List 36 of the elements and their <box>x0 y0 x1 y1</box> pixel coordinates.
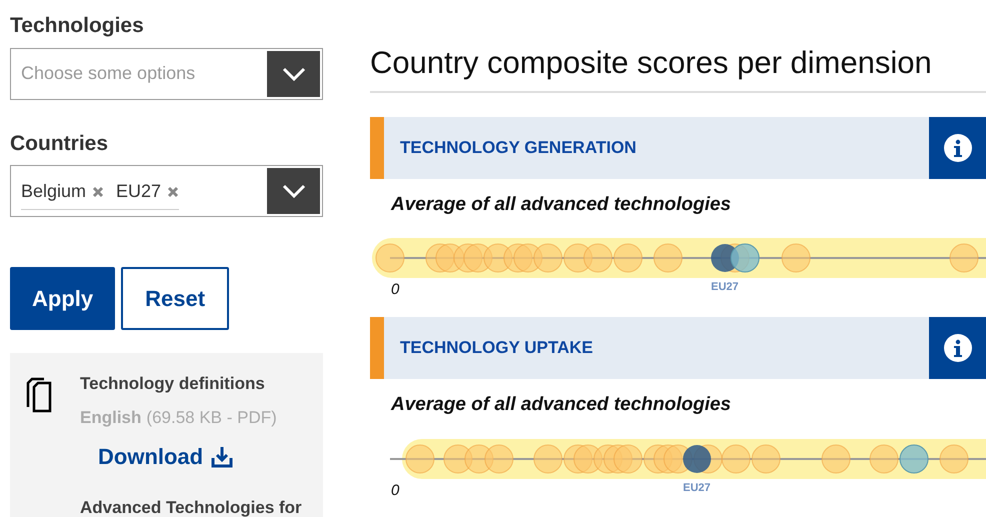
info-icon <box>944 134 972 162</box>
accent-bar <box>370 317 384 379</box>
remove-icon[interactable] <box>167 186 180 198</box>
axis-label: 0 <box>391 480 400 500</box>
filter-label: Countries <box>10 130 110 156</box>
tag-label: Belgium <box>21 180 86 203</box>
chart-subtitle: Average of all advanced technologies <box>391 393 732 417</box>
info-button[interactable] <box>929 317 986 379</box>
reset-button[interactable]: Reset <box>121 267 230 330</box>
chevron-down-icon <box>282 66 306 80</box>
download-link[interactable]: Download <box>98 440 234 473</box>
apply-button[interactable]: Apply <box>10 267 116 330</box>
documents-icon <box>26 377 52 413</box>
dropdown-toggle[interactable] <box>267 50 320 96</box>
download-icon <box>211 446 234 468</box>
document-title: Technology definitions <box>80 373 266 395</box>
chart-subtitle: Average of all advanced technologies <box>391 192 732 216</box>
axis-label: 0 <box>391 280 400 300</box>
tag-label: EU27 <box>116 180 162 203</box>
marker-label: EU27 <box>711 280 739 295</box>
language-label: English <box>80 406 142 429</box>
remove-icon[interactable] <box>92 186 104 198</box>
section-title: TECHNOLOGY UPTAKE <box>399 337 594 360</box>
placeholder-text: Choose some options <box>21 62 196 85</box>
document-title: Advanced Technologies for <box>80 497 302 517</box>
info-button[interactable] <box>929 116 986 178</box>
dropdown-toggle[interactable] <box>267 168 320 214</box>
page-heading: Country composite scores per dimension <box>370 40 986 92</box>
section-title: TECHNOLOGY GENERATION <box>399 136 638 159</box>
file-size: (69.58 KB - PDF) <box>146 406 277 428</box>
filter-label: Technologies <box>10 13 145 39</box>
chevron-down-icon <box>282 184 306 198</box>
accent-bar <box>370 116 384 178</box>
marker-label: EU27 <box>683 480 711 496</box>
multiselect-field[interactable]: Belgium EU27 <box>10 165 323 217</box>
info-icon <box>944 334 972 362</box>
